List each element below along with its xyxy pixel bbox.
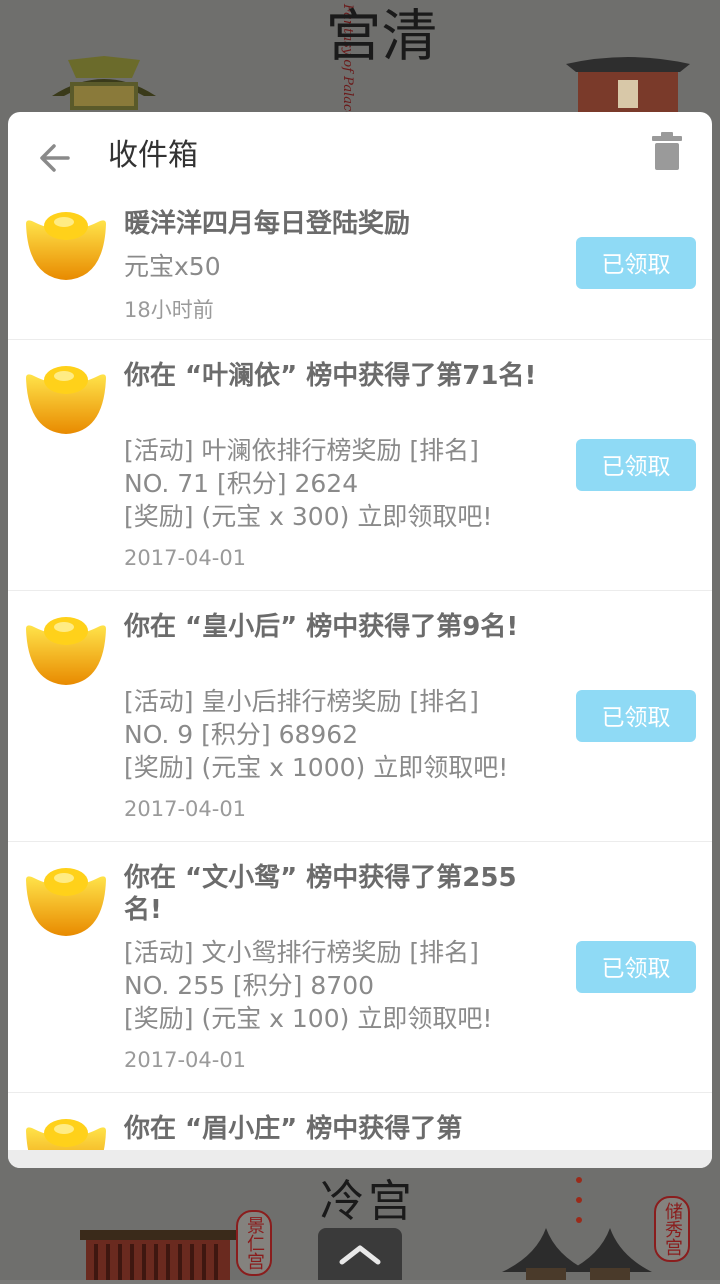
message-title: 暖洋洋四月每日登陆奖励	[124, 209, 411, 239]
trash-icon	[652, 132, 682, 170]
message-body-line: [活动] 文小鸳排行榜奖励 [排名]	[124, 938, 479, 967]
bg-title: 清宫	[316, 6, 437, 64]
gold-ingot-icon	[26, 1119, 106, 1150]
arrow-left-icon	[40, 144, 70, 172]
list-bottom-edge	[8, 1150, 712, 1168]
gold-ingot-icon	[26, 868, 106, 936]
message-body-line: [奖励] (元宝 x 100) 立即领取吧!	[124, 1004, 493, 1033]
pavilion-left-icon	[52, 56, 156, 110]
message-time: 2017-04-01	[124, 546, 247, 570]
building-right-icon	[566, 57, 690, 116]
message-title: 你在 “文小鸳” 榜中获得了第255名!	[124, 863, 517, 925]
message-body: [活动] 皇小后排行榜奖励 [排名] NO. 9 [积分] 68962 [奖励]…	[124, 685, 554, 784]
message-body-line: NO. 71 [积分] 2624	[124, 469, 359, 498]
inbox-header: 收件箱	[8, 112, 712, 190]
message-title: 你在 “皇小后” 榜中获得了第9名!	[124, 612, 519, 642]
list-item[interactable]: 你在 “叶澜依” 榜中获得了第71名! [活动] 叶澜依排行榜奖励 [排名] N…	[8, 340, 712, 591]
bg-seal-left: 景仁宫	[236, 1210, 272, 1276]
delete-all-button[interactable]	[650, 130, 684, 172]
message-body-line: [奖励] (元宝 x 300) 立即领取吧!	[124, 502, 493, 531]
message-body: 元宝x50	[124, 250, 554, 283]
claimed-button[interactable]: 已领取	[576, 237, 696, 289]
gold-ingot-icon	[26, 617, 106, 685]
message-list[interactable]: 暖洋洋四月每日登陆奖励 元宝x50 18小时前 已领取 你在 “叶澜依” 榜中获…	[8, 190, 712, 1150]
list-item[interactable]: 你在 “文小鸳” 榜中获得了第255名! [活动] 文小鸳排行榜奖励 [排名] …	[8, 842, 712, 1093]
bg-seal-right: 储秀宫	[654, 1196, 690, 1262]
dotted-line-icon	[576, 1177, 582, 1223]
message-title: 你在 “叶澜依” 榜中获得了第71名!	[124, 361, 537, 391]
message-time: 18小时前	[124, 298, 214, 322]
claimed-button[interactable]: 已领取	[576, 439, 696, 491]
list-item[interactable]: 你在 “眉小庄” 榜中获得了第	[8, 1093, 712, 1150]
message-time: 2017-04-01	[124, 797, 247, 821]
claimed-button[interactable]: 已领取	[576, 690, 696, 742]
message-body-line: NO. 9 [积分] 68962	[124, 720, 359, 749]
message-body-line: 元宝x50	[124, 252, 221, 281]
pagoda-roofs-icon	[502, 1228, 652, 1280]
message-title: 你在 “眉小庄” 榜中获得了第	[124, 1114, 463, 1144]
inbox-dialog: 收件箱 暖洋洋四月每日登陆奖励 元宝x50 18小时前 已领取 你在 “叶澜依”…	[8, 112, 712, 1168]
message-body-line: [奖励] (元宝 x 1000) 立即领取吧!	[124, 753, 509, 782]
expand-up-button[interactable]	[318, 1228, 402, 1280]
message-body: [活动] 文小鸳排行榜奖励 [排名] NO. 255 [积分] 8700 [奖励…	[124, 936, 554, 1035]
bg-bottom-sign: 冷宫	[320, 1176, 416, 1227]
palace-gate-icon	[80, 1230, 236, 1280]
gold-ingot-icon	[26, 212, 106, 280]
message-body-line: [活动] 皇小后排行榜奖励 [排名]	[124, 687, 479, 716]
claimed-button[interactable]: 已领取	[576, 941, 696, 993]
inbox-title: 收件箱	[108, 138, 198, 173]
message-time: 2017-04-01	[124, 1048, 247, 1072]
gold-ingot-icon	[26, 366, 106, 434]
message-body-line: NO. 255 [积分] 8700	[124, 971, 375, 1000]
message-body: [活动] 叶澜依排行榜奖励 [排名] NO. 71 [积分] 2624 [奖励]…	[124, 434, 554, 533]
list-item[interactable]: 暖洋洋四月每日登陆奖励 元宝x50 18小时前 已领取	[8, 190, 712, 340]
list-item[interactable]: 你在 “皇小后” 榜中获得了第9名! [活动] 皇小后排行榜奖励 [排名] NO…	[8, 591, 712, 842]
back-button[interactable]	[34, 134, 82, 182]
chevron-up-icon	[339, 1245, 381, 1265]
message-body-line: [活动] 叶澜依排行榜奖励 [排名]	[124, 436, 479, 465]
